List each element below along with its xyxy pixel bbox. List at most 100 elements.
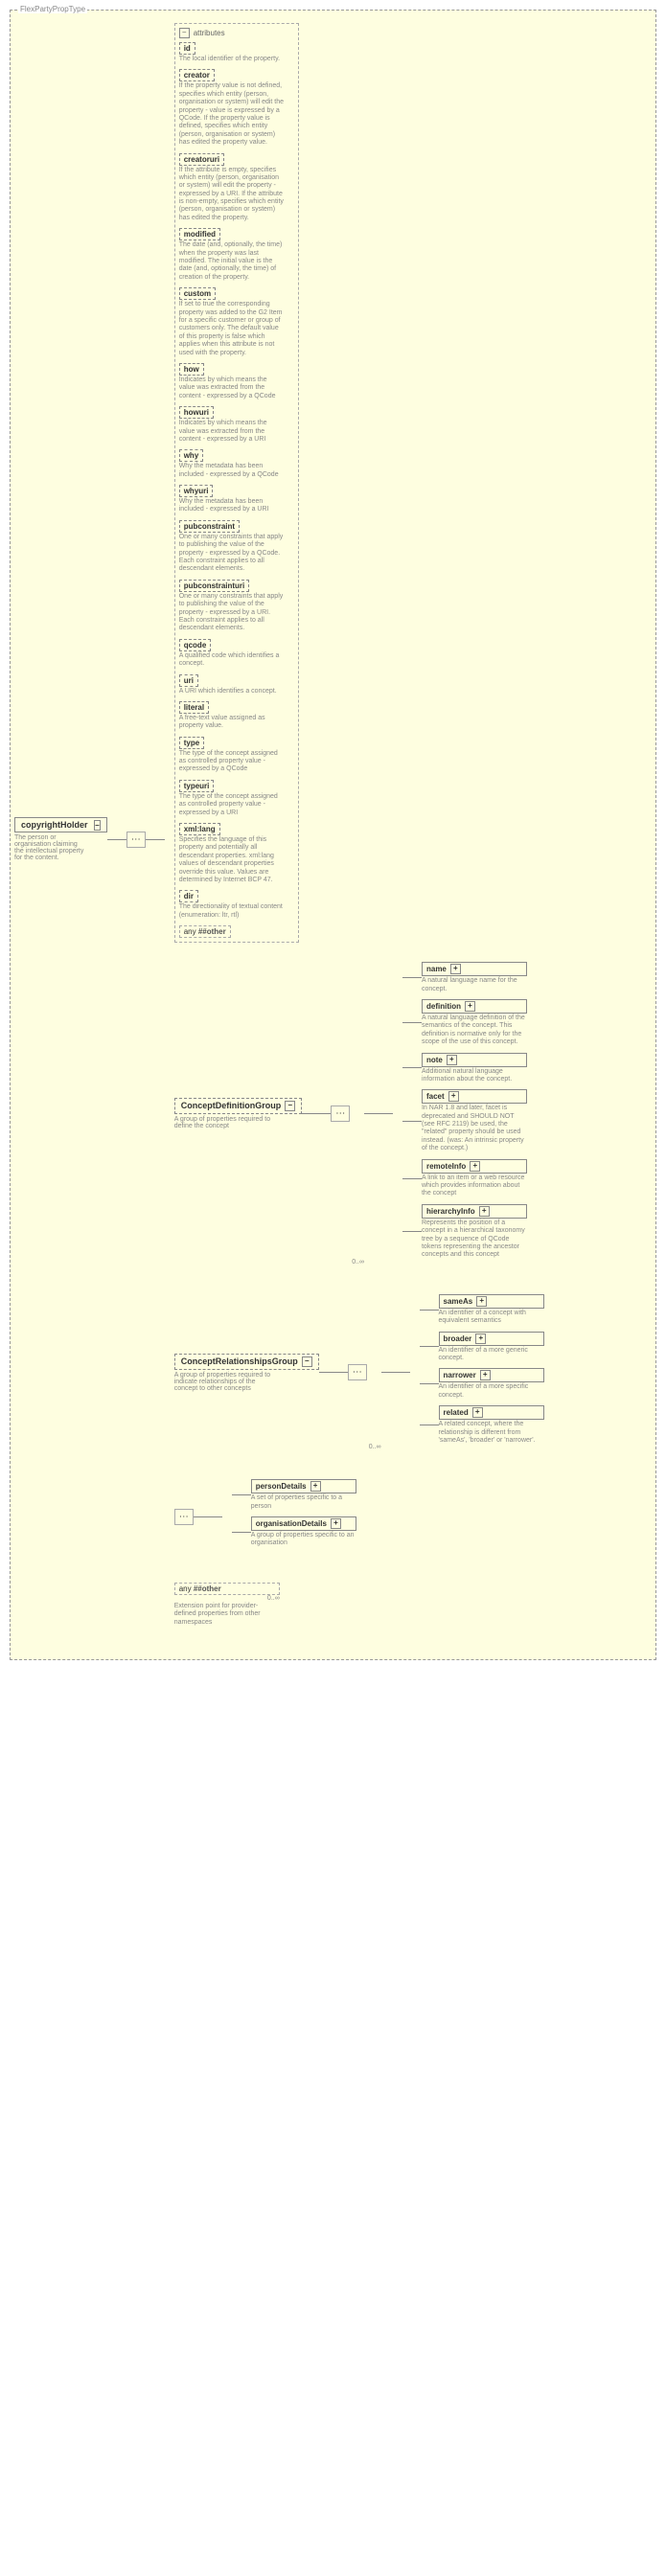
attribute-name[interactable]: type xyxy=(179,737,204,749)
attribute-item: qcodeA qualified code which identifies a… xyxy=(179,639,294,669)
element-related[interactable]: related+ xyxy=(439,1405,544,1420)
any-namespace: ##other xyxy=(194,1584,221,1593)
connector-line xyxy=(402,1067,422,1068)
attribute-name[interactable]: how xyxy=(179,363,204,376)
element-personDetails[interactable]: personDetails+ xyxy=(251,1479,356,1493)
attribute-name[interactable]: dir xyxy=(179,890,198,902)
element-name: personDetails xyxy=(256,1482,307,1491)
expand-icon[interactable]: + xyxy=(465,1001,475,1012)
attribute-name[interactable]: howuri xyxy=(179,406,214,419)
collapse-icon[interactable]: − xyxy=(179,28,190,38)
connector-line xyxy=(420,1383,439,1384)
element-hierarchyInfo[interactable]: hierarchyInfo + xyxy=(422,1204,527,1219)
element-desc: A natural language name for the concept. xyxy=(422,977,527,993)
root-desc: The person or organisation claiming the … xyxy=(14,834,86,861)
any-attribute-namespace: ##other xyxy=(198,927,226,936)
connector-line xyxy=(194,1516,222,1517)
expand-icon[interactable]: + xyxy=(450,964,461,974)
attributes-label: attributes xyxy=(194,29,225,37)
choice-compositor[interactable] xyxy=(348,1364,367,1380)
sequence-compositor[interactable] xyxy=(126,832,146,848)
expand-icon[interactable]: + xyxy=(310,1481,321,1492)
attribute-name[interactable]: xml:lang xyxy=(179,823,220,835)
attribute-item: creatoruriIf the attribute is empty, spe… xyxy=(179,153,294,223)
expand-icon[interactable]: + xyxy=(479,1206,490,1217)
connector-line xyxy=(402,977,422,978)
attribute-desc: A free-text value assigned as property v… xyxy=(179,715,285,731)
element-desc: Represents the position of a concept in … xyxy=(422,1220,527,1260)
element-facet[interactable]: facet+ xyxy=(422,1089,527,1104)
attribute-desc: A qualified code which identifies a conc… xyxy=(179,652,285,669)
element-name[interactable]: name+ xyxy=(422,962,527,976)
attribute-name[interactable]: why xyxy=(179,449,204,462)
any-element[interactable]: any ##other xyxy=(174,1583,280,1595)
root-element[interactable]: copyrightHolder − xyxy=(14,817,107,832)
element-desc: A related concept, where the relationshi… xyxy=(439,1421,544,1445)
group-desc: A group of properties required to indica… xyxy=(174,1372,280,1392)
group-name: ConceptDefinitionGroup xyxy=(181,1101,282,1110)
element-desc: A link to an item or a web resource whic… xyxy=(422,1174,527,1198)
expand-icon[interactable]: + xyxy=(472,1407,483,1418)
element-desc: An identifier of a concept with equivale… xyxy=(439,1310,544,1326)
collapse-icon[interactable]: − xyxy=(94,820,101,831)
attribute-name[interactable]: uri xyxy=(179,674,198,687)
connector-line xyxy=(364,1113,393,1114)
concept-definition-group[interactable]: ConceptDefinitionGroup − xyxy=(174,1098,303,1114)
attribute-name[interactable]: id xyxy=(179,42,195,55)
attribute-name[interactable]: modified xyxy=(179,228,220,240)
attribute-name[interactable]: qcode xyxy=(179,639,212,651)
element-name: note xyxy=(426,1056,443,1064)
element-sameAs[interactable]: sameAs+ xyxy=(439,1294,544,1309)
type-frame-label: FlexPartyPropType xyxy=(18,5,87,13)
attribute-name[interactable]: typeuri xyxy=(179,780,215,792)
expand-icon[interactable]: + xyxy=(480,1370,491,1380)
child-row: broader+An identifier of a more generic … xyxy=(420,1332,544,1363)
child-row: narrower+An identifier of a more specifi… xyxy=(420,1368,544,1400)
attribute-desc: One or many constraints that apply to pu… xyxy=(179,593,285,633)
attribute-desc: If set to true the corresponding propert… xyxy=(179,301,285,357)
expand-icon[interactable]: + xyxy=(470,1161,480,1172)
any-desc: Extension point for provider-defined pro… xyxy=(174,1603,280,1627)
any-attribute[interactable]: any ##other xyxy=(179,925,231,938)
attribute-desc: If the attribute is empty, specifies whi… xyxy=(179,167,285,223)
attribute-name[interactable]: pubconstrainturi xyxy=(179,580,250,592)
element-name: related xyxy=(444,1408,469,1417)
cardinality: 0..∞ xyxy=(352,1259,364,1265)
expand-icon[interactable]: + xyxy=(476,1296,487,1307)
child-row: remoteInfo+A link to an item or a web re… xyxy=(402,1159,527,1198)
element-narrower[interactable]: narrower+ xyxy=(439,1368,544,1382)
attribute-desc: The date (and, optionally, the time) whe… xyxy=(179,241,285,282)
element-organisationDetails[interactable]: organisationDetails+ xyxy=(251,1516,356,1531)
root-element-name: copyrightHolder xyxy=(21,820,88,830)
collapse-icon[interactable]: − xyxy=(302,1356,312,1367)
attribute-name[interactable]: literal xyxy=(179,701,209,714)
expand-icon[interactable]: + xyxy=(448,1091,459,1102)
attribute-name[interactable]: creator xyxy=(179,69,215,81)
expand-icon[interactable]: + xyxy=(475,1334,486,1344)
choice-compositor[interactable] xyxy=(331,1106,350,1122)
attribute-item: modifiedThe date (and, optionally, the t… xyxy=(179,228,294,282)
element-desc: A natural language definition of the sem… xyxy=(422,1014,527,1047)
expand-icon[interactable]: + xyxy=(331,1518,341,1529)
attribute-name[interactable]: pubconstraint xyxy=(179,520,240,533)
element-note[interactable]: note + xyxy=(422,1053,527,1067)
child-row: organisationDetails+A group of propertie… xyxy=(232,1516,356,1548)
choice-compositor[interactable] xyxy=(174,1509,194,1525)
expand-icon[interactable]: + xyxy=(447,1055,457,1065)
cardinality: 0..∞ xyxy=(369,1444,381,1450)
attribute-name[interactable]: whyuri xyxy=(179,485,214,497)
element-name: hierarchyInfo xyxy=(426,1207,475,1216)
element-remoteInfo[interactable]: remoteInfo+ xyxy=(422,1159,527,1174)
connector-line xyxy=(232,1532,251,1533)
child-row: sameAs+An identifier of a concept with e… xyxy=(420,1294,544,1326)
concept-relationships-group[interactable]: ConceptRelationshipsGroup − xyxy=(174,1354,319,1370)
child-row: name+A natural language name for the con… xyxy=(402,962,527,993)
collapse-icon[interactable]: − xyxy=(285,1101,295,1111)
attribute-name[interactable]: custom xyxy=(179,287,216,300)
element-definition[interactable]: definition+ xyxy=(422,999,527,1014)
attribute-name[interactable]: creatoruri xyxy=(179,153,224,166)
any-prefix: any xyxy=(179,1584,192,1593)
connector-line xyxy=(146,839,165,840)
element-broader[interactable]: broader+ xyxy=(439,1332,544,1346)
attribute-desc: One or many constraints that apply to pu… xyxy=(179,534,285,574)
